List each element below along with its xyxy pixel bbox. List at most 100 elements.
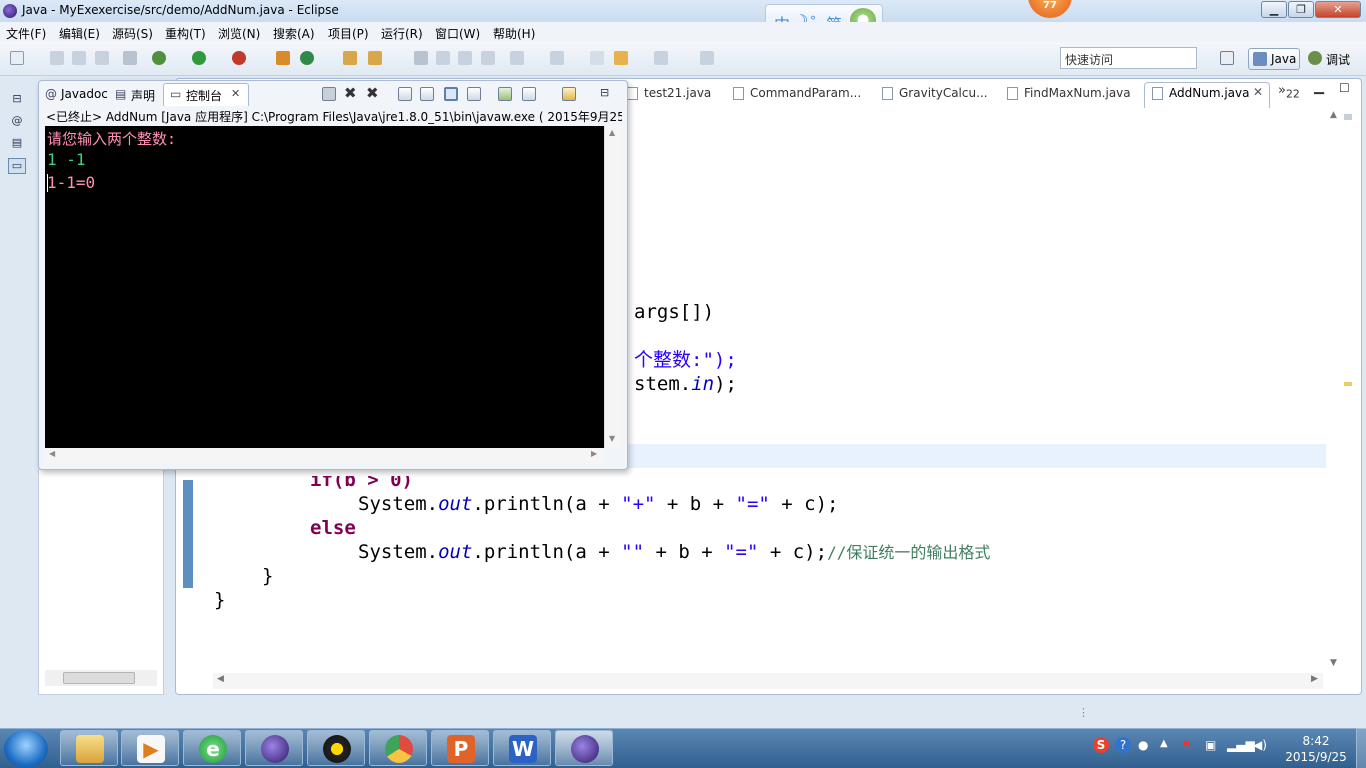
back-icon[interactable]: [614, 51, 628, 65]
maximize-editor-icon[interactable]: ☐: [1339, 81, 1350, 95]
menu-run[interactable]: 运行(R): [381, 25, 423, 42]
code-line[interactable]: 个整数:");: [634, 348, 737, 372]
usb-tray-icon[interactable]: ▣: [1205, 738, 1216, 752]
toggle-mark-icon[interactable]: [458, 51, 472, 65]
code-line[interactable]: System.out.println(a + "" + b + "=" + c)…: [358, 540, 990, 565]
terminate-icon[interactable]: [322, 87, 336, 101]
console-trim-icon[interactable]: ▭: [8, 158, 26, 174]
menu-navigate[interactable]: 浏览(N): [218, 25, 260, 42]
show-on-output-icon[interactable]: [467, 87, 481, 101]
search-icon[interactable]: [368, 51, 382, 65]
prev-annotation-icon[interactable]: [550, 51, 564, 65]
save-icon[interactable]: [50, 51, 64, 65]
menu-help[interactable]: 帮助(H): [493, 25, 535, 42]
scroll-down-icon[interactable]: ▼: [609, 434, 615, 443]
volume-icon[interactable]: ◀): [1253, 738, 1267, 752]
minimize-button[interactable]: ▁: [1261, 1, 1287, 18]
debug-icon[interactable]: [152, 51, 166, 65]
taskbar-chrome[interactable]: [369, 730, 427, 766]
code-line[interactable]: args[]): [634, 300, 714, 324]
scroll-down-icon[interactable]: ▼: [1330, 658, 1337, 668]
menu-edit[interactable]: 编辑(E): [59, 25, 100, 42]
system-clock[interactable]: 8:42 2015/9/25: [1276, 733, 1356, 765]
taskbar-ie[interactable]: e: [183, 730, 241, 766]
scroll-thumb[interactable]: [63, 672, 135, 684]
console-output-area[interactable]: [45, 126, 604, 448]
forward-icon[interactable]: [654, 51, 668, 65]
show-whitespace-icon[interactable]: [481, 51, 495, 65]
restore-button[interactable]: ❐: [1288, 1, 1314, 18]
keyboard-tray-icon[interactable]: ●: [1138, 738, 1148, 752]
run-icon[interactable]: [192, 51, 206, 65]
external-tools-icon[interactable]: [232, 51, 246, 65]
editor-tab-findmaxnum[interactable]: FindMaxNum.java: [1007, 86, 1131, 100]
open-perspective-icon[interactable]: [1220, 51, 1234, 65]
pin-console-icon[interactable]: [498, 87, 512, 101]
open-type-icon[interactable]: [343, 51, 357, 65]
tab-javadoc[interactable]: @ Javadoc: [45, 87, 108, 101]
annotation-next-icon[interactable]: [414, 51, 428, 65]
overview-ruler-top[interactable]: [1344, 114, 1352, 120]
close-tab-icon[interactable]: ✕: [231, 87, 240, 100]
new-java-project-icon[interactable]: [276, 51, 290, 65]
editor-tab-addnum[interactable]: AddNum.java: [1152, 86, 1249, 100]
annotation-prev-icon[interactable]: [436, 51, 450, 65]
restore-view-icon[interactable]: ⊟: [600, 86, 609, 99]
skip-breakpoints-icon[interactable]: [123, 51, 137, 65]
help-tray-icon[interactable]: ?: [1115, 737, 1131, 753]
editor-horizontal-scrollbar[interactable]: ◀ ▶: [213, 673, 1323, 689]
package-explorer-hscroll[interactable]: [45, 670, 157, 686]
taskbar-eclipse[interactable]: [245, 730, 303, 766]
perspective-debug-button[interactable]: 调试: [1304, 48, 1356, 70]
menu-search[interactable]: 搜索(A): [273, 25, 315, 42]
next-annotation-icon[interactable]: [510, 51, 524, 65]
taskbar-qq[interactable]: [307, 730, 365, 766]
scroll-right-icon[interactable]: ▶: [1311, 674, 1318, 684]
last-edit-icon[interactable]: [590, 51, 604, 65]
pin-editor-icon[interactable]: [700, 51, 714, 65]
remove-launch-icon[interactable]: ✖: [344, 84, 357, 102]
start-button[interactable]: [4, 730, 48, 768]
javadoc-trim-icon[interactable]: @: [8, 114, 26, 130]
clear-console-icon[interactable]: [398, 87, 412, 101]
console-horizontal-scrollbar[interactable]: ◀ ▶: [45, 448, 604, 464]
new-icon[interactable]: [10, 51, 24, 65]
tab-overflow-button[interactable]: »22: [1278, 83, 1300, 101]
quick-access-input[interactable]: 快速访问: [1060, 47, 1197, 69]
editor-tab-commandparam[interactable]: CommandParam...: [733, 86, 861, 100]
scroll-left-icon[interactable]: ◀: [49, 449, 55, 458]
scroll-right-icon[interactable]: ▶: [591, 449, 597, 458]
editor-tab-test21[interactable]: test21.java: [627, 86, 711, 100]
taskbar-wps-presentation[interactable]: P: [431, 730, 489, 766]
taskbar-media-player[interactable]: ▶: [121, 730, 179, 766]
taskbar-file-explorer[interactable]: [60, 730, 118, 766]
code-line[interactable]: }: [262, 564, 273, 588]
network-warning-icon[interactable]: ⚑: [1181, 738, 1192, 752]
menu-source[interactable]: 源码(S): [112, 25, 153, 42]
editor-vertical-scrollbar[interactable]: ▲ ▼: [1326, 110, 1341, 670]
menu-file[interactable]: 文件(F): [6, 25, 46, 42]
minimize-editor-icon[interactable]: ▁: [1314, 80, 1324, 95]
close-tab-icon[interactable]: ✕: [1253, 85, 1263, 99]
taskbar-eclipse-active[interactable]: [555, 730, 613, 766]
menu-project[interactable]: 项目(P): [328, 25, 369, 42]
tab-declaration[interactable]: ▤ 声明: [115, 87, 155, 104]
code-line[interactable]: System.out.println(a + "+" + b + "=" + c…: [358, 492, 839, 516]
show-hidden-icons-icon[interactable]: ▲: [1160, 738, 1168, 749]
perspective-java-button[interactable]: Java: [1248, 48, 1300, 70]
signal-tray-icon[interactable]: ▂▄▆: [1227, 738, 1255, 752]
code-line[interactable]: stem.in);: [634, 372, 737, 396]
menu-refactor[interactable]: 重构(T): [165, 25, 206, 42]
restore-view-icon[interactable]: ⊟: [8, 92, 26, 108]
declaration-trim-icon[interactable]: ▤: [8, 136, 26, 152]
tab-console[interactable]: ▭ 控制台: [170, 87, 222, 104]
code-line[interactable]: }: [214, 588, 225, 612]
open-console-icon[interactable]: [562, 87, 576, 101]
menu-window[interactable]: 窗口(W): [435, 25, 480, 42]
scroll-lock-icon[interactable]: [420, 87, 434, 101]
scroll-up-icon[interactable]: ▲: [1330, 110, 1337, 120]
code-line[interactable]: else: [310, 516, 356, 540]
console-vertical-scrollbar[interactable]: ▲ ▼: [604, 126, 621, 448]
scroll-up-icon[interactable]: ▲: [609, 128, 615, 137]
taskbar-wps-writer[interactable]: W: [493, 730, 551, 766]
